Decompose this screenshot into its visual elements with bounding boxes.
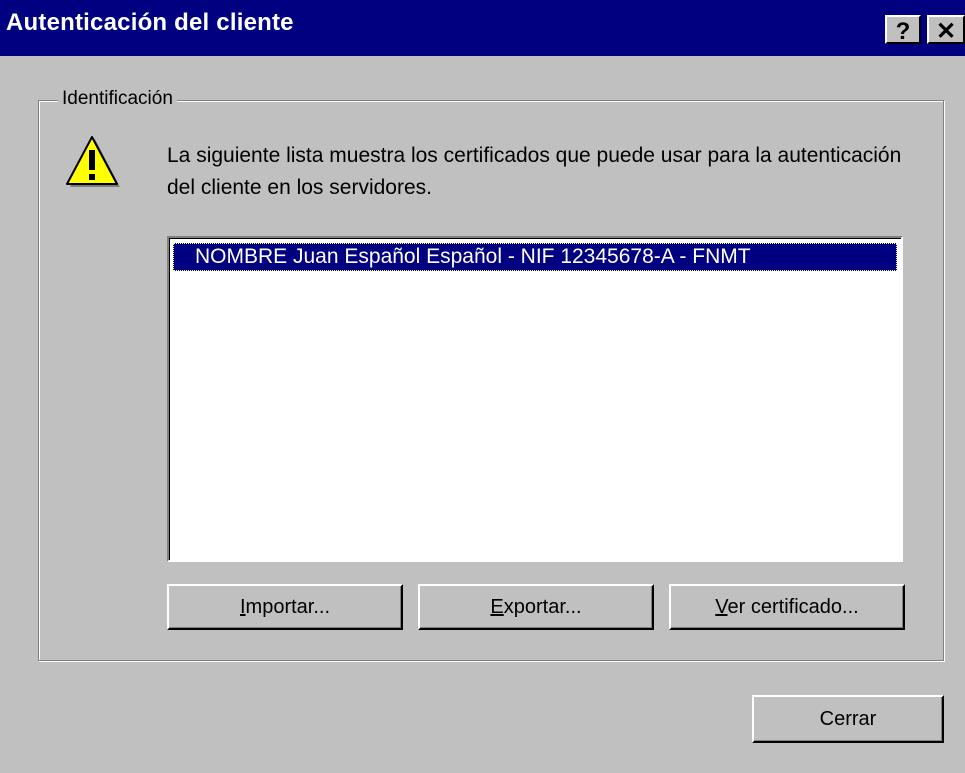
window-title: Autenticación del cliente — [6, 9, 294, 36]
groupbox-legend: Identificación — [58, 88, 177, 110]
help-button[interactable]: ? — [885, 15, 921, 45]
close-button[interactable]: ✕ — [927, 15, 965, 45]
certificate-list[interactable]: NOMBRE Juan Español Español - NIF 123456… — [167, 236, 903, 562]
view-certificate-label: er certificado... — [727, 596, 859, 618]
export-label: xportar... — [503, 596, 582, 618]
export-button[interactable]: Exportar... — [418, 584, 654, 630]
certificate-list-item[interactable]: NOMBRE Juan Español Español - NIF 123456… — [173, 243, 897, 271]
export-mnemonic: E — [490, 596, 504, 618]
title-bar[interactable]: Autenticación del cliente ? ✕ — [0, 0, 965, 56]
close-dialog-button[interactable]: Cerrar — [752, 695, 944, 743]
client-auth-dialog: Autenticación del cliente ? ✕ Identifica… — [0, 0, 965, 773]
import-button[interactable]: Importar... — [167, 584, 403, 630]
import-label: mportar... — [245, 596, 331, 618]
warning-icon — [66, 136, 120, 187]
view-certificate-button[interactable]: Ver certificado... — [669, 584, 905, 630]
view-certificate-mnemonic: V — [715, 596, 728, 618]
info-message: La siguiente lista muestra los certifica… — [167, 144, 902, 199]
